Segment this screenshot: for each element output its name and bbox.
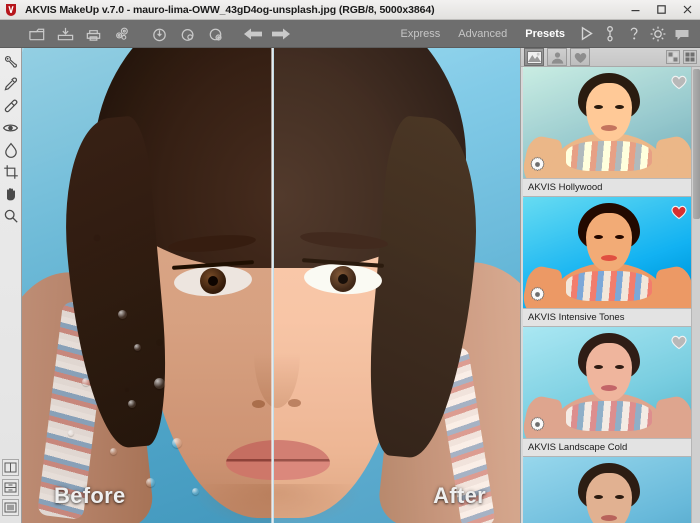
list-item[interactable]: AKVIS Intensive Tones: [523, 197, 695, 328]
preset-settings-gear-icon[interactable]: [529, 416, 546, 433]
tool-blur[interactable]: [1, 139, 21, 161]
tab-express[interactable]: Express: [392, 21, 450, 47]
presets-panel: AKVIS Hollywood AKVIS Intensive Tones AK…: [520, 48, 700, 523]
tool-eyedropper[interactable]: [1, 73, 21, 95]
tool-red-eye[interactable]: [1, 117, 21, 139]
close-button[interactable]: [674, 0, 700, 19]
toolbar-right-group: Express Advanced Presets: [392, 21, 700, 47]
grid-size-group: [663, 50, 697, 65]
undo-button[interactable]: [240, 21, 266, 47]
after-image-half: [274, 48, 520, 523]
list-item[interactable]: AKVIS Landscape Cold: [523, 327, 695, 458]
water-droplet: [118, 310, 127, 319]
skin-blemish-texture: [22, 48, 272, 523]
comments-button[interactable]: [670, 21, 694, 47]
view-split-vertical[interactable]: [2, 459, 19, 476]
preferences-button[interactable]: [646, 21, 670, 47]
presets-list[interactable]: AKVIS Hollywood AKVIS Intensive Tones AK…: [521, 67, 700, 523]
preset-settings-gear-icon[interactable]: [529, 286, 546, 303]
batch-processing-button[interactable]: [108, 21, 134, 47]
preset-name: AKVIS Hollywood: [523, 178, 695, 197]
preset-favorite-heart-icon[interactable]: [670, 73, 688, 90]
open-image-button[interactable]: [24, 21, 50, 47]
presets-panel-header: [521, 48, 700, 68]
after-photo: [274, 48, 520, 523]
preset-settings-gear-icon[interactable]: [529, 156, 546, 173]
list-item[interactable]: [523, 457, 695, 523]
list-item[interactable]: AKVIS Hollywood: [523, 67, 695, 198]
water-droplet: [172, 438, 182, 448]
view-split-horizontal[interactable]: [2, 479, 19, 496]
save-image-button[interactable]: [52, 21, 78, 47]
left-tool-rail: [0, 48, 22, 523]
category-favorites[interactable]: [570, 48, 590, 67]
before-image-half: [22, 48, 272, 523]
minimize-button[interactable]: [622, 0, 648, 19]
water-droplet: [192, 488, 199, 495]
preferences-tray-button[interactable]: [202, 21, 228, 47]
window-title: AKVIS MakeUp v.7.0 - mauro-lima-OWW_43gD…: [25, 3, 435, 16]
water-droplet: [68, 430, 74, 436]
image-canvas[interactable]: Before After: [22, 48, 520, 523]
main-toolbar: Express Advanced Presets: [0, 20, 700, 48]
pupil-right-after: [338, 274, 348, 284]
view-mode-group: [2, 459, 19, 523]
presets-scrollbar-thumb[interactable]: [693, 69, 700, 220]
tab-advanced[interactable]: Advanced: [449, 21, 516, 47]
redo-button[interactable]: [268, 21, 294, 47]
preset-favorite-heart-icon[interactable]: [670, 203, 688, 220]
before-label: Before: [54, 483, 126, 508]
tool-hand[interactable]: [1, 183, 21, 205]
preset-name: AKVIS Intensive Tones: [523, 308, 695, 327]
toolbar-gap-2: [228, 33, 238, 34]
tool-crop[interactable]: [1, 161, 21, 183]
chin-shadow-after: [274, 484, 362, 523]
water-droplet: [82, 378, 90, 386]
akvis-logo-icon: [4, 3, 20, 17]
toolbar-gap-1: [134, 33, 144, 34]
view-single[interactable]: [2, 499, 19, 516]
tool-zoom[interactable]: [1, 205, 21, 227]
water-droplet: [154, 378, 165, 389]
export-settings-button[interactable]: [174, 21, 200, 47]
preset-thumbnail-image: [523, 457, 695, 523]
category-portrait[interactable]: [547, 48, 567, 67]
before-after-split-handle[interactable]: [271, 48, 274, 523]
preset-name: AKVIS Landscape Cold: [523, 438, 695, 457]
print-image-button[interactable]: [80, 21, 106, 47]
maximize-button[interactable]: [648, 0, 674, 19]
preset-favorite-heart-icon[interactable]: [670, 333, 688, 350]
akvis-makeup-window: AKVIS MakeUp v.7.0 - mauro-lima-OWW_43gD…: [0, 0, 700, 523]
after-label: After: [433, 483, 486, 508]
run-button[interactable]: [574, 21, 598, 47]
grid-large-button[interactable]: [683, 50, 697, 65]
water-droplet: [128, 400, 136, 408]
grid-small-button[interactable]: [666, 50, 680, 65]
title-bar: AKVIS MakeUp v.7.0 - mauro-lima-OWW_43gD…: [0, 0, 700, 20]
category-landscape[interactable]: [524, 48, 544, 67]
tool-smart-brush[interactable]: [1, 51, 21, 73]
preset-thumbnail[interactable]: [523, 457, 695, 523]
water-droplet: [134, 344, 141, 351]
before-photo: [22, 48, 272, 523]
tab-presets[interactable]: Presets: [516, 21, 574, 47]
nostril-right-after: [288, 399, 301, 407]
tool-eraser[interactable]: [1, 95, 21, 117]
info-button[interactable]: [598, 21, 622, 47]
water-droplet: [110, 448, 117, 455]
water-droplet: [146, 478, 155, 487]
help-button[interactable]: [622, 21, 646, 47]
presets-scrollbar[interactable]: [691, 67, 700, 523]
import-settings-button[interactable]: [146, 21, 172, 47]
